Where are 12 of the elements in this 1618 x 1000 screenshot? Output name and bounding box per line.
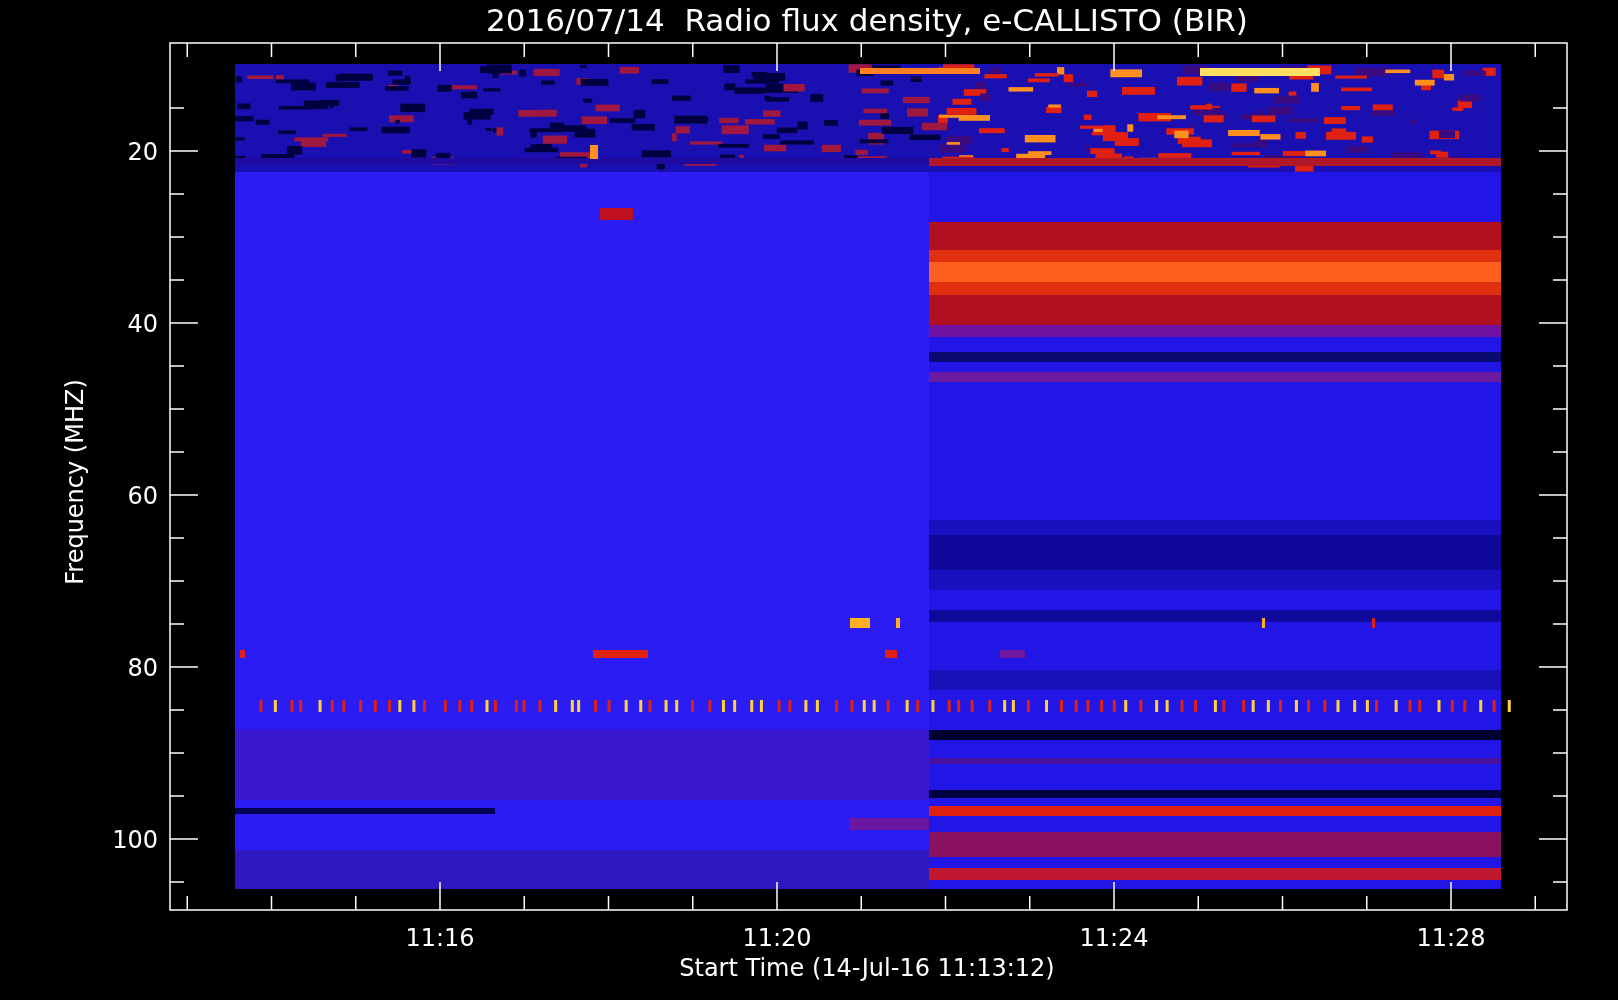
tick-label: 100 (112, 826, 158, 854)
chart-title: 2016/07/14 Radio flux density, e-CALLISTO (BIR) (486, 2, 1248, 38)
tick-label: 11:20 (742, 924, 812, 952)
axis-label: Frequency (MHZ) (61, 379, 89, 585)
tick-label: 60 (127, 482, 158, 510)
tick-label: 80 (127, 654, 158, 682)
tick-label: 11:16 (405, 924, 475, 952)
tick-label: 11:28 (1416, 924, 1486, 952)
axis-label: Start Time (14-Jul-16 11:13:12) (679, 954, 1055, 982)
tick-label: 20 (127, 138, 158, 166)
tick-label: 11:24 (1079, 924, 1149, 952)
tick-label: 40 (127, 310, 158, 338)
